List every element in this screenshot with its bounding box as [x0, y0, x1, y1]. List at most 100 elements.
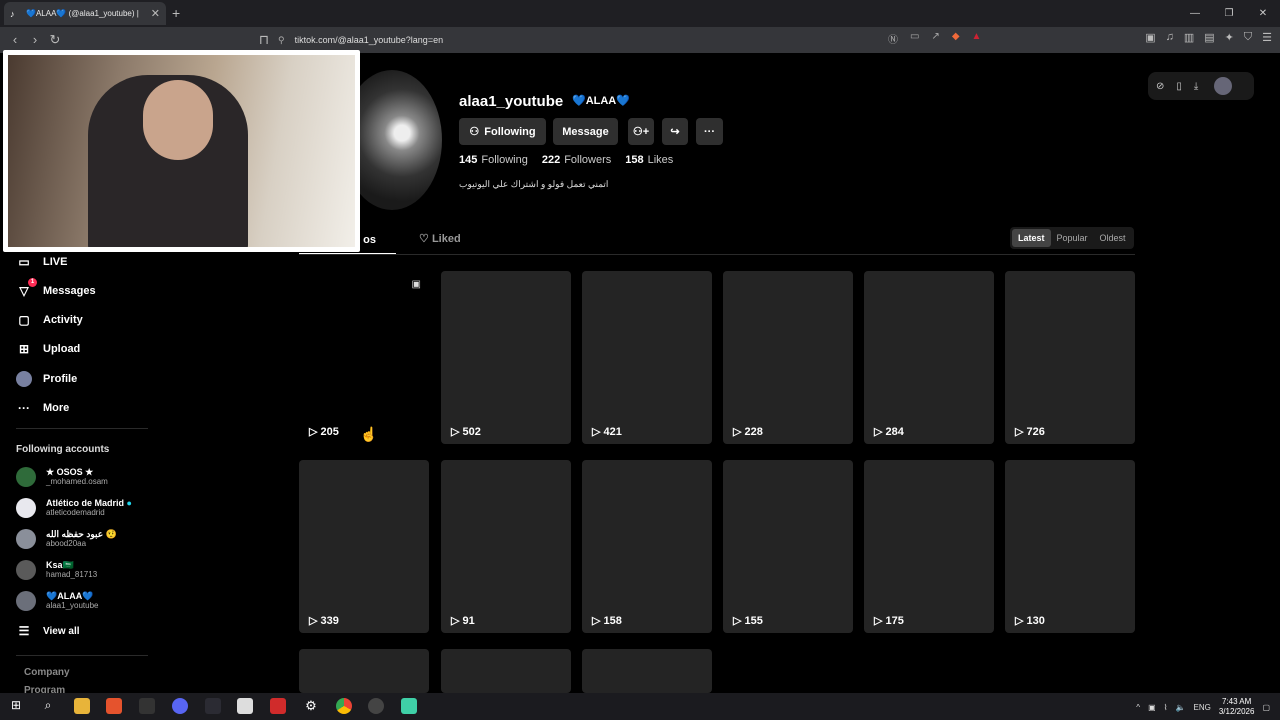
compass-icon[interactable]: ⊘	[1156, 81, 1164, 92]
video-card[interactable]: ▷ 421	[582, 271, 712, 444]
device-icon[interactable]: ▯	[1176, 81, 1182, 92]
share-profile-icon[interactable]: ↪	[662, 118, 688, 145]
menu-icon[interactable]: ☰	[1262, 31, 1272, 44]
bookmark-icon[interactable]: ⊓	[255, 31, 273, 49]
following-account[interactable]: عبود حفظه الله 🤨 abood20aa	[16, 529, 117, 549]
restore-icon[interactable]: ❐	[1212, 0, 1246, 27]
video-card[interactable]: ▷ 158	[582, 460, 712, 633]
sidebar-item-upload[interactable]: ⊞ Upload	[16, 341, 80, 357]
brave-shield-icon[interactable]: ◆	[952, 31, 960, 46]
epic-games-icon[interactable]	[139, 698, 155, 714]
following-button[interactable]: ⚇ Following	[459, 118, 546, 145]
media-icon[interactable]: ♫	[1166, 31, 1174, 44]
chrome-icon[interactable]	[336, 698, 352, 714]
search-icon[interactable]: ⌕	[40, 698, 56, 714]
discord-icon[interactable]	[172, 698, 188, 714]
close-tab-icon[interactable]: ✕	[151, 7, 160, 20]
language-indicator[interactable]: ENG	[1194, 703, 1211, 712]
photo-icon: ▣	[411, 279, 421, 290]
sidebar-item-live[interactable]: ▭ LIVE	[16, 254, 67, 270]
volume-icon[interactable]: 🔈	[1176, 703, 1186, 712]
video-card[interactable]	[299, 649, 429, 693]
file-explorer-icon[interactable]	[74, 698, 90, 714]
account-handle: _mohamed.osam	[46, 477, 108, 486]
wps-icon[interactable]	[270, 698, 286, 714]
video-card[interactable]: ▷ 228	[723, 271, 853, 444]
video-card[interactable]: ▣ ▷ 205	[299, 271, 429, 444]
network-icon[interactable]: ⌇	[1164, 703, 1168, 712]
leo-icon[interactable]: ✦	[1225, 31, 1234, 44]
video-card[interactable]: ▷ 91	[441, 460, 571, 633]
video-card[interactable]: ▷ 284	[864, 271, 994, 444]
webcam-overlay	[3, 50, 360, 252]
reader-icon[interactable]: Ⓝ	[888, 31, 898, 46]
footer-company[interactable]: Company	[24, 667, 70, 678]
view-all-link[interactable]: ☰ View all	[16, 623, 80, 639]
notification-icon[interactable]: ▢	[1262, 703, 1270, 712]
profile-username: alaa1_youtube	[459, 93, 564, 110]
unread-badge: 1	[28, 278, 37, 287]
account-name: ★ OSOS ★	[46, 467, 94, 477]
user-avatar[interactable]	[1214, 77, 1233, 95]
windows-start-icon[interactable]: ⊞	[8, 698, 24, 714]
chevron-up-icon[interactable]: ^	[1136, 703, 1140, 712]
sort-oldest[interactable]: Oldest	[1094, 229, 1132, 247]
sort-latest[interactable]: Latest	[1012, 229, 1051, 247]
date: 3/12/2026	[1218, 707, 1255, 716]
download-icon[interactable]: ⤓	[1194, 81, 1198, 92]
new-tab-icon[interactable]: +	[172, 5, 180, 21]
capcut-icon[interactable]	[237, 698, 253, 714]
minimize-icon[interactable]: —	[1178, 0, 1212, 27]
following-account[interactable]: Atlético de Madrid ● atleticodemadrid	[16, 498, 132, 518]
video-card[interactable]	[441, 649, 571, 693]
video-card[interactable]: ▷ 155	[723, 460, 853, 633]
rewards-icon[interactable]: ▲	[972, 31, 982, 46]
tab-liked[interactable]: ♡ Liked	[419, 232, 461, 245]
following-account[interactable]: ★ OSOS ★ _mohamed.osam	[16, 467, 108, 487]
windows-taskbar: ⊞ ⌕ ⚙ ^ ▣ ⌇ 🔈 ENG 7:43 AM 3/12/2026 ▢	[0, 693, 1280, 720]
video-card[interactable]: ▷ 175	[864, 460, 994, 633]
sidebar-divider	[16, 428, 148, 429]
sort-popular[interactable]: Popular	[1051, 229, 1094, 247]
video-card[interactable]: ▷ 130	[1005, 460, 1135, 633]
site-info-icon[interactable]: ⚲	[278, 35, 285, 46]
settings-icon[interactable]: ⚙	[303, 698, 319, 714]
share-icon[interactable]: ↗	[931, 31, 939, 46]
reload-icon[interactable]: ↻	[46, 31, 64, 49]
list-icon: ☰	[18, 624, 30, 638]
brave-browser-icon[interactable]	[106, 698, 122, 714]
add-friend-icon[interactable]: ⚇+	[628, 118, 654, 145]
sidebar-item-messages[interactable]: ▽ 1 Messages	[16, 278, 96, 299]
followers-stat[interactable]: 222 Followers	[542, 154, 611, 166]
sidebar-item-more[interactable]: ··· More	[16, 400, 69, 416]
video-card[interactable]: ▷ 339	[299, 460, 429, 633]
following-accounts-title: Following accounts	[16, 444, 110, 455]
more-options-icon[interactable]: ···	[696, 118, 723, 145]
wallet-icon[interactable]: ▣	[1145, 31, 1155, 44]
sidebar-item-profile[interactable]: Profile	[16, 371, 77, 387]
video-card[interactable]: ▷ 726	[1005, 271, 1135, 444]
cast-icon[interactable]: ▭	[910, 31, 919, 46]
close-window-icon[interactable]: ✕	[1246, 0, 1280, 27]
sidebar-item-label: Messages	[43, 285, 96, 297]
app-green-icon[interactable]	[401, 698, 417, 714]
sidebar-icon[interactable]: ▥	[1184, 31, 1194, 44]
browser-tab[interactable]: ♪ 💙ALAA💙 (@alaa1_youtube) | ✕	[4, 2, 166, 25]
tray-app-icon[interactable]: ▣	[1148, 703, 1156, 712]
app-icon[interactable]	[205, 698, 221, 714]
obs-icon[interactable]	[368, 698, 384, 714]
following-account[interactable]: 💙ALAA💙 alaa1_youtube	[16, 591, 99, 611]
message-button[interactable]: Message	[553, 118, 618, 145]
following-account[interactable]: Ksa🇸🇦 hamad_81713	[16, 560, 97, 580]
video-card[interactable]	[582, 649, 712, 693]
video-card[interactable]: ▷ 502	[441, 271, 571, 444]
sidebar-item-activity[interactable]: ▢ Activity	[16, 312, 82, 328]
back-icon[interactable]: ‹	[6, 31, 24, 49]
following-stat[interactable]: 145 Following	[459, 154, 528, 166]
vpn-icon[interactable]: ⛉	[1244, 31, 1252, 44]
forward-icon[interactable]: ›	[26, 31, 44, 49]
clock[interactable]: 7:43 AM 3/12/2026	[1219, 697, 1255, 717]
heart-icon: ♡	[419, 233, 429, 245]
footer-program[interactable]: Program	[24, 685, 65, 693]
wallet-card-icon[interactable]: ▤	[1204, 31, 1214, 44]
